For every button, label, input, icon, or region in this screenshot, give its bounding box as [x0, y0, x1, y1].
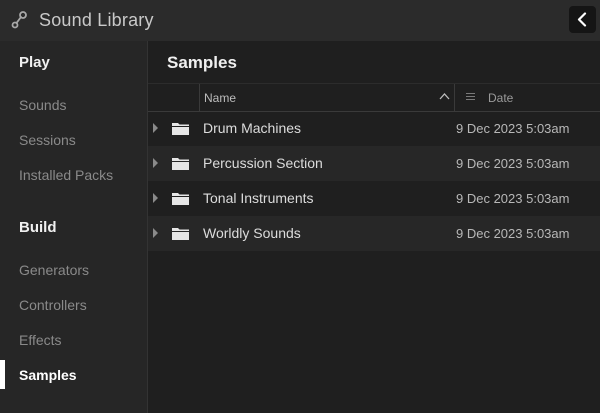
table-row[interactable]: Tonal Instruments 9 Dec 2023 5:03am: [148, 181, 600, 216]
app-title: Sound Library: [39, 10, 154, 30]
row-date: 9 Dec 2023 5:03am: [456, 226, 570, 241]
row-date: 9 Dec 2023 5:03am: [456, 121, 570, 136]
sort-ascending-icon[interactable]: [439, 92, 450, 101]
table-header: Name Date: [148, 83, 600, 112]
sidebar-item-sounds[interactable]: Sounds: [19, 97, 139, 113]
row-name: Tonal Instruments: [203, 190, 314, 206]
sidebar-item-controllers[interactable]: Controllers: [19, 297, 139, 313]
table-row[interactable]: Percussion Section 9 Dec 2023 5:03am: [148, 146, 600, 181]
sidebar-item-samples[interactable]: Samples: [19, 367, 139, 383]
main-panel: Samples Name Date Drum Machines 9 Dec 20…: [148, 41, 600, 413]
active-indicator: [0, 360, 5, 389]
expand-chevron-icon[interactable]: [152, 193, 159, 203]
column-divider[interactable]: [199, 84, 200, 111]
column-header-date[interactable]: Date: [488, 91, 513, 105]
row-date: 9 Dec 2023 5:03am: [456, 156, 570, 171]
column-header-name[interactable]: Name: [204, 91, 236, 105]
expand-chevron-icon[interactable]: [152, 228, 159, 238]
sidebar-item-sessions[interactable]: Sessions: [19, 132, 139, 148]
drag-handle-icon[interactable]: [466, 92, 475, 101]
column-divider[interactable]: [454, 84, 455, 111]
folder-icon: [172, 228, 189, 240]
folder-icon: [172, 158, 189, 170]
chevron-left-icon: [577, 12, 587, 27]
expand-chevron-icon[interactable]: [152, 123, 159, 133]
row-date: 9 Dec 2023 5:03am: [456, 191, 570, 206]
row-name: Worldly Sounds: [203, 225, 301, 241]
sidebar-item-installed-packs[interactable]: Installed Packs: [19, 167, 139, 183]
back-button[interactable]: [569, 6, 596, 33]
sidebar: Play Sounds Sessions Installed Packs Bui…: [0, 41, 148, 413]
sidebar-heading-play: Play: [19, 54, 50, 71]
folder-icon: [172, 193, 189, 205]
wrench-link-icon: [11, 11, 27, 29]
folder-icon: [172, 123, 189, 135]
table-row[interactable]: Drum Machines 9 Dec 2023 5:03am: [148, 111, 600, 146]
sidebar-item-generators[interactable]: Generators: [19, 262, 139, 278]
title-bar: Sound Library: [0, 0, 600, 41]
sidebar-heading-build: Build: [19, 219, 57, 236]
row-name: Percussion Section: [203, 155, 323, 171]
table-row[interactable]: Worldly Sounds 9 Dec 2023 5:03am: [148, 216, 600, 251]
page-title: Samples: [167, 53, 237, 72]
expand-chevron-icon[interactable]: [152, 158, 159, 168]
row-name: Drum Machines: [203, 120, 302, 136]
sidebar-item-effects[interactable]: Effects: [19, 332, 139, 348]
